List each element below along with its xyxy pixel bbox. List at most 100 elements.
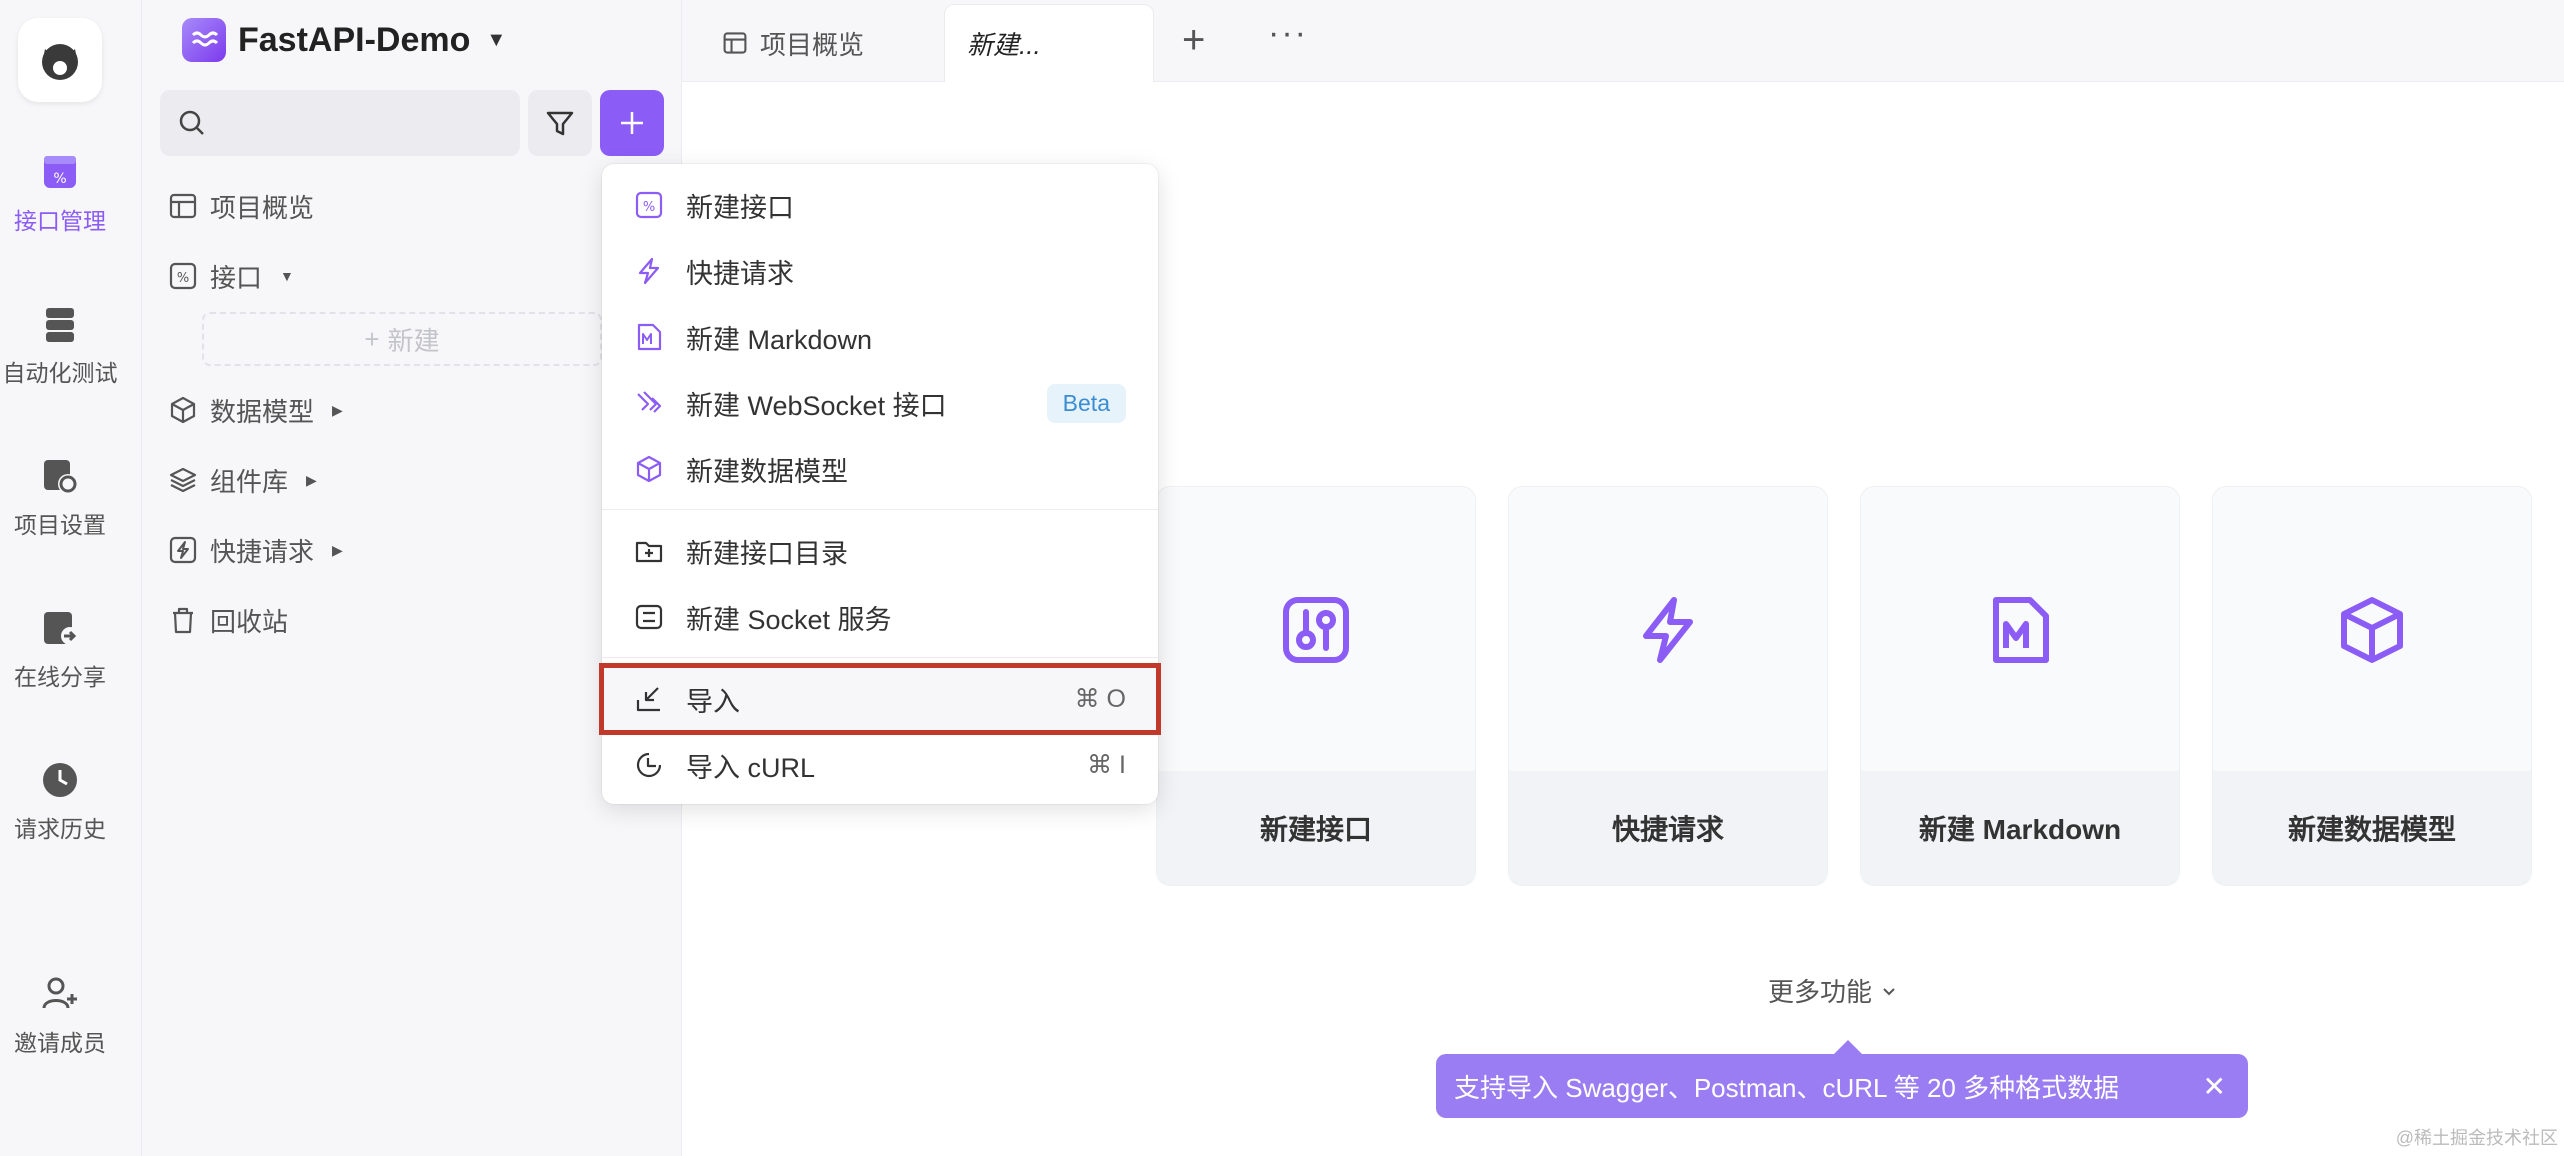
plus-icon	[621, 112, 643, 134]
tab-new[interactable]: 新建...	[944, 4, 1154, 82]
rail-item-automation-test[interactable]: 自动化测试	[0, 302, 120, 412]
filter-icon	[546, 111, 574, 136]
add-button[interactable]	[600, 90, 664, 156]
api-icon: %	[635, 191, 663, 219]
card-new-api[interactable]: 新建接口	[1156, 486, 1476, 886]
overview-icon	[723, 32, 747, 54]
menu-item-label: 新建接口目录	[686, 538, 848, 569]
menu-divider	[602, 509, 1158, 510]
project-switcher[interactable]: FastAPI-Demo ▼	[182, 18, 506, 62]
rail-label: 接口管理	[14, 208, 106, 234]
wave-icon	[191, 31, 219, 47]
menu-item-new-data-model[interactable]: 新建数据模型	[602, 436, 1158, 502]
menu-item-new-api[interactable]: % 新建接口	[602, 172, 1158, 238]
menu-item-label: 新建 Socket 服务	[686, 604, 892, 635]
filter-button[interactable]	[528, 90, 592, 156]
menu-item-new-markdown[interactable]: 新建 Markdown	[602, 304, 1158, 370]
rail-item-invite-member[interactable]: 邀请成员	[0, 972, 120, 1082]
more-tabs-icon[interactable]: ···	[1268, 14, 1308, 53]
card-label: 快捷请求	[1509, 771, 1827, 885]
card-quick-request[interactable]: 快捷请求	[1508, 486, 1828, 886]
svg-text:%: %	[643, 200, 655, 215]
rail-label: 邀请成员	[14, 1030, 106, 1056]
markdown-icon	[637, 323, 662, 351]
shortcut-hint: ⌘ I	[1087, 751, 1126, 779]
caret-right-icon: ▶	[306, 471, 317, 488]
card-label: 新建接口	[1157, 771, 1475, 885]
api-icon	[1283, 597, 1349, 663]
tab-overview[interactable]: 项目概览	[722, 4, 864, 82]
sidebar: FastAPI-Demo ▼ 项目概览 % 接口 ▼ + 新建 数据模型 ▶ 组…	[142, 0, 682, 1156]
left-rail: % 接口管理 自动化测试 项目设置 在线分享 请求历史 邀请成员	[0, 0, 142, 1156]
plus-icon: +	[364, 323, 380, 354]
rail-label: 自动化测试	[2, 360, 118, 386]
more-features-toggle[interactable]: 更多功能	[1768, 972, 1898, 1009]
caret-down-icon: ▼	[280, 268, 294, 284]
app-logo-icon	[42, 44, 78, 80]
menu-item-import-curl[interactable]: 导入 cURL ⌘ I	[602, 732, 1158, 798]
more-features-label: 更多功能	[1768, 977, 1873, 1007]
rail-item-api-management[interactable]: % 接口管理	[0, 150, 120, 260]
bolt-icon	[1643, 597, 1693, 663]
tab-label: 项目概览	[760, 29, 865, 60]
sidebar-item-trash[interactable]: 回收站	[168, 598, 288, 642]
rail-item-request-history[interactable]: 请求历史	[0, 758, 120, 868]
import-icon	[636, 687, 660, 712]
rail-label: 在线分享	[14, 664, 106, 690]
layers-icon	[169, 467, 197, 493]
sidebar-item-api[interactable]: % 接口 ▼	[168, 254, 294, 298]
app-logo[interactable]	[18, 18, 102, 102]
tab-label: 新建...	[967, 30, 1041, 60]
quick-request-icon	[169, 536, 197, 564]
close-icon[interactable]: ✕	[2203, 1070, 2226, 1103]
shortcut-hint: ⌘ O	[1074, 685, 1126, 713]
sidebar-item-label: 接口	[210, 262, 263, 293]
watermark: @稀土掘金技术社区	[2395, 1128, 2558, 1148]
online-share-icon	[44, 612, 79, 645]
caret-right-icon: ▶	[332, 401, 343, 418]
sidebar-item-label: 数据模型	[210, 396, 315, 427]
sidebar-item-overview[interactable]: 项目概览	[168, 184, 314, 228]
menu-item-import[interactable]: 导入 ⌘ O	[599, 663, 1161, 735]
card-label: 新建 Markdown	[1861, 771, 2179, 885]
rail-item-project-settings[interactable]: 项目设置	[0, 454, 120, 564]
card-new-markdown[interactable]: 新建 Markdown	[1860, 486, 2180, 886]
svg-text:%: %	[177, 271, 189, 286]
api-management-icon: %	[44, 156, 76, 188]
caret-right-icon: ▶	[332, 541, 343, 558]
rail-item-online-share[interactable]: 在线分享	[0, 606, 120, 716]
rail-label: 项目设置	[14, 512, 106, 538]
tooltip-text: 支持导入 Swagger、Postman、cURL 等 20 多种格式数据	[1454, 1072, 2120, 1103]
menu-item-label: 导入	[686, 686, 740, 717]
search-input[interactable]	[218, 109, 508, 137]
add-tab-button[interactable]: +	[1182, 18, 1205, 63]
invite-member-icon	[42, 977, 77, 1009]
new-dropdown-menu: % 新建接口 快捷请求 新建 Markdown 新建 WebSocket 接口 …	[599, 164, 1161, 804]
trash-icon	[173, 607, 193, 634]
menu-item-label: 快捷请求	[686, 258, 794, 289]
new-api-placeholder[interactable]: + 新建	[202, 312, 602, 366]
overview-icon	[169, 193, 197, 219]
menu-item-label: 新建 WebSocket 接口	[686, 390, 947, 421]
card-label: 新建数据模型	[2213, 771, 2531, 885]
search-icon	[179, 110, 204, 135]
sidebar-item-quick-request[interactable]: 快捷请求 ▶	[168, 528, 343, 572]
sidebar-item-components[interactable]: 组件库 ▶	[168, 458, 317, 502]
markdown-icon	[1993, 597, 2049, 663]
menu-item-label: 导入 cURL	[686, 752, 816, 783]
chevron-down-icon	[1883, 987, 1895, 995]
menu-item-new-websocket[interactable]: 新建 WebSocket 接口 Beta	[602, 370, 1158, 436]
curl-icon	[636, 752, 662, 778]
card-new-data-model[interactable]: 新建数据模型	[2212, 486, 2532, 886]
menu-item-new-socket-service[interactable]: 新建 Socket 服务	[602, 584, 1158, 650]
sidebar-item-label: 项目概览	[210, 192, 315, 223]
search-box[interactable]	[160, 90, 520, 156]
automation-test-icon	[46, 308, 74, 342]
sidebar-item-data-model[interactable]: 数据模型 ▶	[168, 388, 343, 432]
sidebar-item-label: 回收站	[210, 606, 289, 637]
request-history-icon	[43, 763, 77, 797]
menu-item-label: 新建接口	[686, 192, 794, 223]
menu-item-new-api-folder[interactable]: 新建接口目录	[602, 518, 1158, 584]
project-settings-icon	[44, 460, 78, 494]
menu-item-quick-request[interactable]: 快捷请求	[602, 238, 1158, 304]
